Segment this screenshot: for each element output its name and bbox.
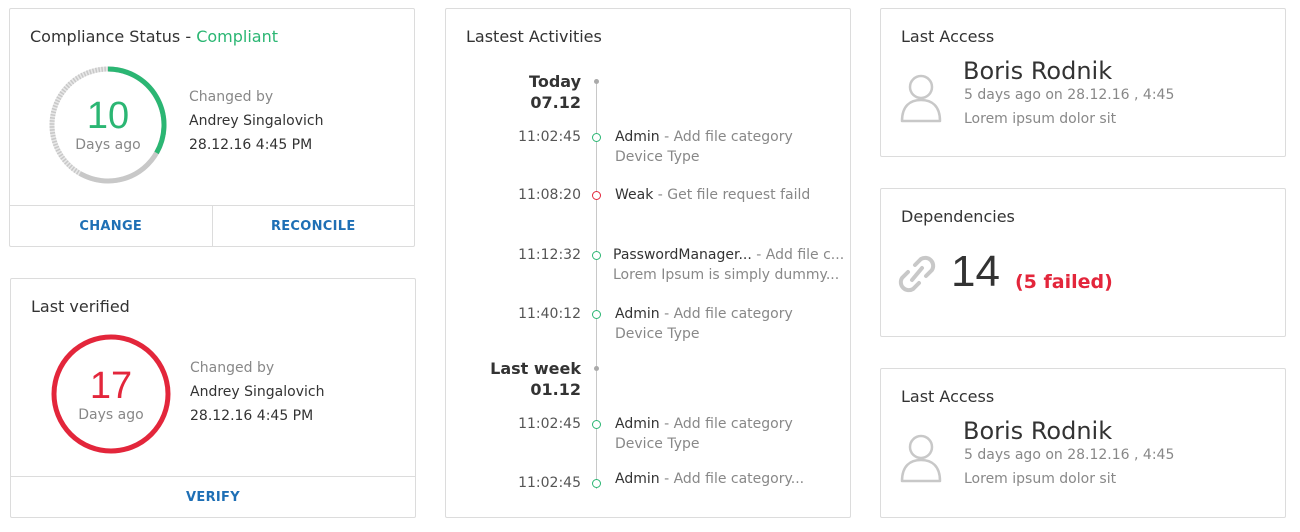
- activity-item[interactable]: Admin - Add file category Device Type: [615, 304, 793, 344]
- latest-activities-card: Lastest Activities Today 07.12 11:02:45 …: [445, 8, 851, 518]
- changed-by-label: Changed by: [189, 89, 274, 105]
- activity-time: 11:02:45: [518, 475, 581, 491]
- verified-actions: VERIFY: [11, 476, 415, 517]
- activity-time: 11:12:32: [518, 247, 581, 263]
- last-verified-card: Last verified 17 Days ago Changed by And…: [10, 278, 416, 518]
- compliance-title-separator: -: [180, 27, 197, 46]
- dependencies-count: 14: [951, 247, 1000, 296]
- verified-days-count: 17: [89, 365, 133, 407]
- activity-time: 11:40:12: [518, 306, 581, 322]
- activity-actor: PasswordManager...: [613, 247, 752, 263]
- group-label: Today: [529, 72, 581, 91]
- access-note: Lorem ipsum dolor sit: [964, 471, 1117, 487]
- activity-time: 11:02:45: [518, 416, 581, 432]
- activity-detail: Device Type: [615, 149, 700, 165]
- activity-actor: Admin: [615, 416, 660, 432]
- access-time: 5 days ago on 28.12.16 , 4:45: [964, 87, 1175, 103]
- activity-action: Get file request faild: [667, 187, 811, 203]
- last-access-title: Last Access: [901, 387, 995, 406]
- changed-at: 28.12.16 4:45 PM: [189, 137, 313, 153]
- timeline-status-dot: [592, 479, 601, 488]
- activity-action: Add file category...: [673, 471, 805, 487]
- activity-separator: -: [659, 416, 674, 432]
- group-date: 01.12: [530, 380, 581, 399]
- verified-changed-info: Changed by Andrey Singalovich 28.12.16 4…: [190, 356, 324, 428]
- activity-detail: Device Type: [615, 326, 700, 342]
- compliance-days-count: 10: [86, 95, 130, 137]
- access-note: Lorem ipsum dolor sit: [964, 111, 1117, 127]
- activity-actor: Admin: [615, 471, 660, 487]
- access-time: 5 days ago on 28.12.16 , 4:45: [964, 447, 1175, 463]
- user-icon: [900, 74, 942, 123]
- compliance-title-text: Compliance Status: [30, 27, 181, 46]
- timeline-status-dot: [592, 420, 601, 429]
- activity-time: 11:08:20: [518, 187, 581, 203]
- activity-actor: Admin: [615, 129, 660, 145]
- timeline-status-dot: [592, 191, 601, 200]
- activity-action: Add file category: [673, 416, 793, 432]
- last-access-card: Last Access Boris Rodnik 5 days ago on 2…: [880, 8, 1286, 157]
- activity-item[interactable]: PasswordManager... - Add file c... Lorem…: [613, 245, 844, 285]
- activity-actor: Weak: [615, 187, 654, 203]
- dependencies-title: Dependencies: [901, 207, 1015, 226]
- verify-button[interactable]: VERIFY: [11, 477, 415, 517]
- verified-days-label: Days ago: [78, 407, 144, 423]
- compliance-days-label: Days ago: [75, 137, 141, 153]
- timeline-status-dot: [592, 251, 601, 260]
- timeline-group-dot: [594, 366, 599, 371]
- timeline-group-today: Today 07.12: [446, 71, 581, 113]
- activity-item[interactable]: Admin - Add file category Device Type: [615, 127, 793, 167]
- reconcile-button[interactable]: RECONCILE: [211, 206, 415, 246]
- activity-actor: Admin: [615, 306, 660, 322]
- activity-item[interactable]: Weak - Get file request faild: [615, 185, 810, 205]
- person-name: Boris Rodnik: [963, 57, 1113, 85]
- compliance-actions: CHANGE RECONCILE: [10, 205, 414, 246]
- activity-separator: -: [659, 471, 674, 487]
- activities-title: Lastest Activities: [466, 27, 602, 46]
- activity-separator: -: [751, 247, 766, 263]
- activity-time: 11:02:45: [518, 129, 581, 145]
- last-access-card: Last Access Boris Rodnik 5 days ago on 2…: [880, 368, 1286, 518]
- dependencies-failed-count[interactable]: (5 failed): [1015, 271, 1113, 293]
- timeline-status-dot: [592, 133, 601, 142]
- activity-detail: Device Type: [615, 436, 700, 452]
- changed-by-name: Andrey Singalovich: [189, 113, 324, 129]
- activity-detail: Lorem Ipsum is simply dummy...: [613, 267, 840, 283]
- person-name: Boris Rodnik: [963, 417, 1113, 445]
- activity-action: Add file category: [673, 306, 793, 322]
- last-verified-title: Last verified: [31, 297, 130, 316]
- compliance-title: Compliance Status - Compliant: [30, 27, 278, 46]
- user-icon: [900, 434, 942, 483]
- activity-separator: -: [653, 187, 668, 203]
- last-access-title: Last Access: [901, 27, 995, 46]
- activity-action: Add file category: [673, 129, 793, 145]
- dependencies-card: Dependencies 14 (5 failed): [880, 188, 1286, 337]
- change-button[interactable]: CHANGE: [10, 206, 212, 246]
- activity-separator: -: [659, 129, 674, 145]
- activity-separator: -: [659, 306, 674, 322]
- activity-item[interactable]: Admin - Add file category Device Type: [615, 414, 793, 454]
- timeline-group-dot: [594, 79, 599, 84]
- changed-at: 28.12.16 4:45 PM: [190, 408, 314, 424]
- changed-by-label: Changed by: [190, 360, 275, 376]
- timeline-status-dot: [592, 310, 601, 319]
- group-label: Last week: [490, 359, 581, 378]
- compliance-changed-info: Changed by Andrey Singalovich 28.12.16 4…: [189, 85, 323, 157]
- link-icon: [898, 255, 936, 293]
- compliance-status-value: Compliant: [196, 27, 279, 46]
- timeline-group-last-week: Last week 01.12: [446, 358, 581, 400]
- activity-action: Add file c...: [765, 247, 845, 263]
- compliance-status-card: Compliance Status - Compliant 10 Days ag…: [9, 8, 415, 247]
- changed-by-name: Andrey Singalovich: [190, 384, 325, 400]
- activity-item[interactable]: Admin - Add file category...: [615, 469, 804, 489]
- group-date: 07.12: [530, 93, 581, 112]
